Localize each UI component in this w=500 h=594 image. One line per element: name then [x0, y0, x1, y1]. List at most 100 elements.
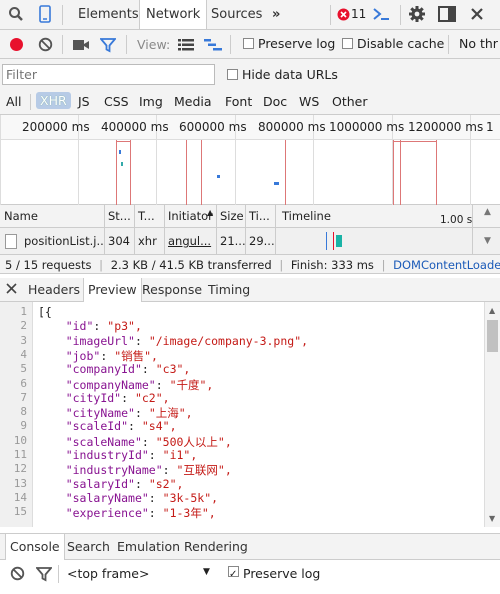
gear-icon[interactable] [408, 5, 426, 23]
filter-icon[interactable] [100, 37, 116, 53]
json-value: "500人以上", [155, 434, 232, 449]
line-number: 9 [20, 419, 27, 433]
timeline-scale-label: 1.00 s [440, 214, 473, 226]
json-key: "industryId" [65, 448, 149, 462]
type-other[interactable]: Other [332, 94, 368, 109]
more-tabs-button[interactable]: » [266, 0, 286, 29]
table-row[interactable]: positionList.j... 304 xhr angul... 21...… [0, 228, 500, 254]
json-value: "c2", [134, 390, 170, 405]
clear-console-icon[interactable] [10, 566, 25, 581]
chevron-down-icon[interactable]: ▼ [203, 567, 210, 577]
waterfall-icon[interactable] [204, 39, 222, 51]
timeline-tick-label: 1000000 ms [329, 120, 405, 134]
error-icon[interactable] [337, 8, 350, 21]
column-header-status[interactable]: St... [104, 205, 134, 227]
type-ws[interactable]: WS [299, 94, 319, 109]
json-value: "销售", [114, 348, 158, 363]
timeline-tick-label: 800000 ms [258, 120, 326, 134]
filter-input[interactable] [2, 64, 215, 85]
tab-emulation[interactable]: Emulation [113, 534, 184, 561]
json-key: "id" [65, 319, 94, 334]
device-mode-icon[interactable] [38, 5, 52, 23]
frame-select[interactable]: <top frame> [67, 566, 149, 581]
preview-scrollbar[interactable]: ▲ ▼ [484, 302, 500, 527]
response-preview[interactable]: 1 2 3 4 5 6 7 8 9 10 11 12 13 14 15 [{ "id": "p3", "im… [0, 302, 500, 527]
type-js[interactable]: JS [78, 94, 90, 109]
sort-icon: ▲ [207, 208, 214, 217]
json-value: "千度", [169, 377, 214, 392]
request-status: 304 [108, 234, 130, 248]
throttle-select[interactable]: No thr [459, 36, 498, 51]
record-icon[interactable] [9, 37, 24, 52]
timeline-tick-label: 1 [486, 120, 494, 134]
json-key: "companyName" [65, 377, 156, 392]
column-header-type[interactable]: T... [134, 205, 164, 227]
console-preserve-log-label: Preserve log [243, 566, 321, 581]
preserve-log-checkbox[interactable]: Preserve log [243, 36, 335, 51]
hide-data-urls-label: Hide data URLs [242, 67, 338, 82]
tab-console[interactable]: Console [5, 534, 65, 561]
line-number: 15 [13, 505, 27, 519]
request-table-header: Name St... T... Initiator ▲ Size Ti... T… [0, 205, 500, 228]
tab-elements[interactable]: Elements [72, 0, 145, 29]
tab-search[interactable]: Search [63, 534, 114, 561]
type-all[interactable]: All [6, 94, 22, 109]
column-header-time[interactable]: Ti... [245, 205, 275, 227]
type-doc[interactable]: Doc [263, 94, 287, 109]
resource-type-filter: All XHR JS CSS Img Media Font Doc WS Oth… [0, 89, 500, 115]
console-drawer-icon[interactable] [372, 6, 390, 22]
scroll-down-arrow[interactable]: ▼ [489, 514, 495, 523]
camera-icon[interactable] [72, 39, 90, 51]
network-controls: View: Preserve log Disable cache No thr [0, 30, 500, 59]
disable-cache-checkbox[interactable]: Disable cache [342, 36, 444, 51]
line-number: 8 [20, 405, 27, 419]
type-xhr[interactable]: XHR [36, 92, 71, 109]
code-line: "id": "p3", [65, 319, 142, 334]
request-initiator-link[interactable]: angul... [164, 228, 216, 254]
timeline-overview[interactable]: 200000 ms 400000 ms 600000 ms 800000 ms … [0, 115, 500, 205]
dock-side-icon[interactable] [438, 6, 456, 22]
timeline-bar [336, 235, 342, 247]
line-number: 11 [13, 448, 27, 461]
console-controls: <top frame> ▼ Preserve log [0, 560, 500, 594]
code-text: [{ [38, 305, 52, 319]
column-header-timeline[interactable]: Timeline [278, 205, 358, 227]
line-number-gutter: 1 2 3 4 5 6 7 8 9 10 11 12 13 14 15 [0, 302, 33, 527]
close-icon[interactable] [470, 7, 484, 21]
tab-rendering[interactable]: Rendering [180, 534, 252, 561]
hide-data-urls-checkbox[interactable]: Hide data URLs [227, 67, 338, 82]
type-font[interactable]: Font [225, 94, 252, 109]
scroll-up-arrow[interactable]: ▲ [484, 207, 491, 217]
large-rows-icon[interactable] [178, 39, 194, 51]
json-value: "1-3年", [162, 506, 216, 521]
clear-icon[interactable] [38, 37, 53, 52]
network-status-bar: 5 / 15 requests | 2.3 KB / 41.5 KB trans… [0, 254, 500, 274]
scroll-down-arrow[interactable]: ▼ [484, 236, 491, 246]
request-detail-tabs: Headers Preview Response Timing [0, 278, 500, 303]
console-filter-icon[interactable] [36, 566, 52, 582]
type-img[interactable]: Img [139, 94, 163, 109]
disable-cache-label: Disable cache [357, 36, 445, 51]
tab-network[interactable]: Network [139, 0, 208, 29]
search-icon[interactable] [8, 6, 24, 22]
tab-preview[interactable]: Preview [83, 278, 142, 303]
request-name[interactable]: positionList.j... [20, 228, 104, 254]
close-detail-icon[interactable] [6, 283, 17, 294]
console-preserve-log-checkbox[interactable]: Preserve log [228, 566, 320, 581]
column-header-name[interactable]: Name [0, 205, 104, 227]
json-key: "experience" [65, 506, 149, 521]
code-line: "experience": "1-3年", [65, 506, 216, 521]
json-key: "companyId" [65, 362, 142, 377]
tab-timing[interactable]: Timing [204, 278, 254, 302]
scroll-thumb[interactable] [487, 320, 498, 352]
tab-headers[interactable]: Headers [24, 278, 84, 302]
json-key: "scaleName" [65, 434, 142, 449]
json-value: "3k-5k", [162, 490, 219, 505]
scroll-up-arrow[interactable]: ▲ [489, 306, 495, 315]
tab-response[interactable]: Response [138, 278, 206, 302]
type-css[interactable]: CSS [104, 94, 129, 109]
code-line: [{ [38, 305, 52, 319]
type-media[interactable]: Media [174, 94, 212, 109]
column-header-size[interactable]: Size [216, 205, 245, 227]
tab-sources[interactable]: Sources [205, 0, 268, 29]
